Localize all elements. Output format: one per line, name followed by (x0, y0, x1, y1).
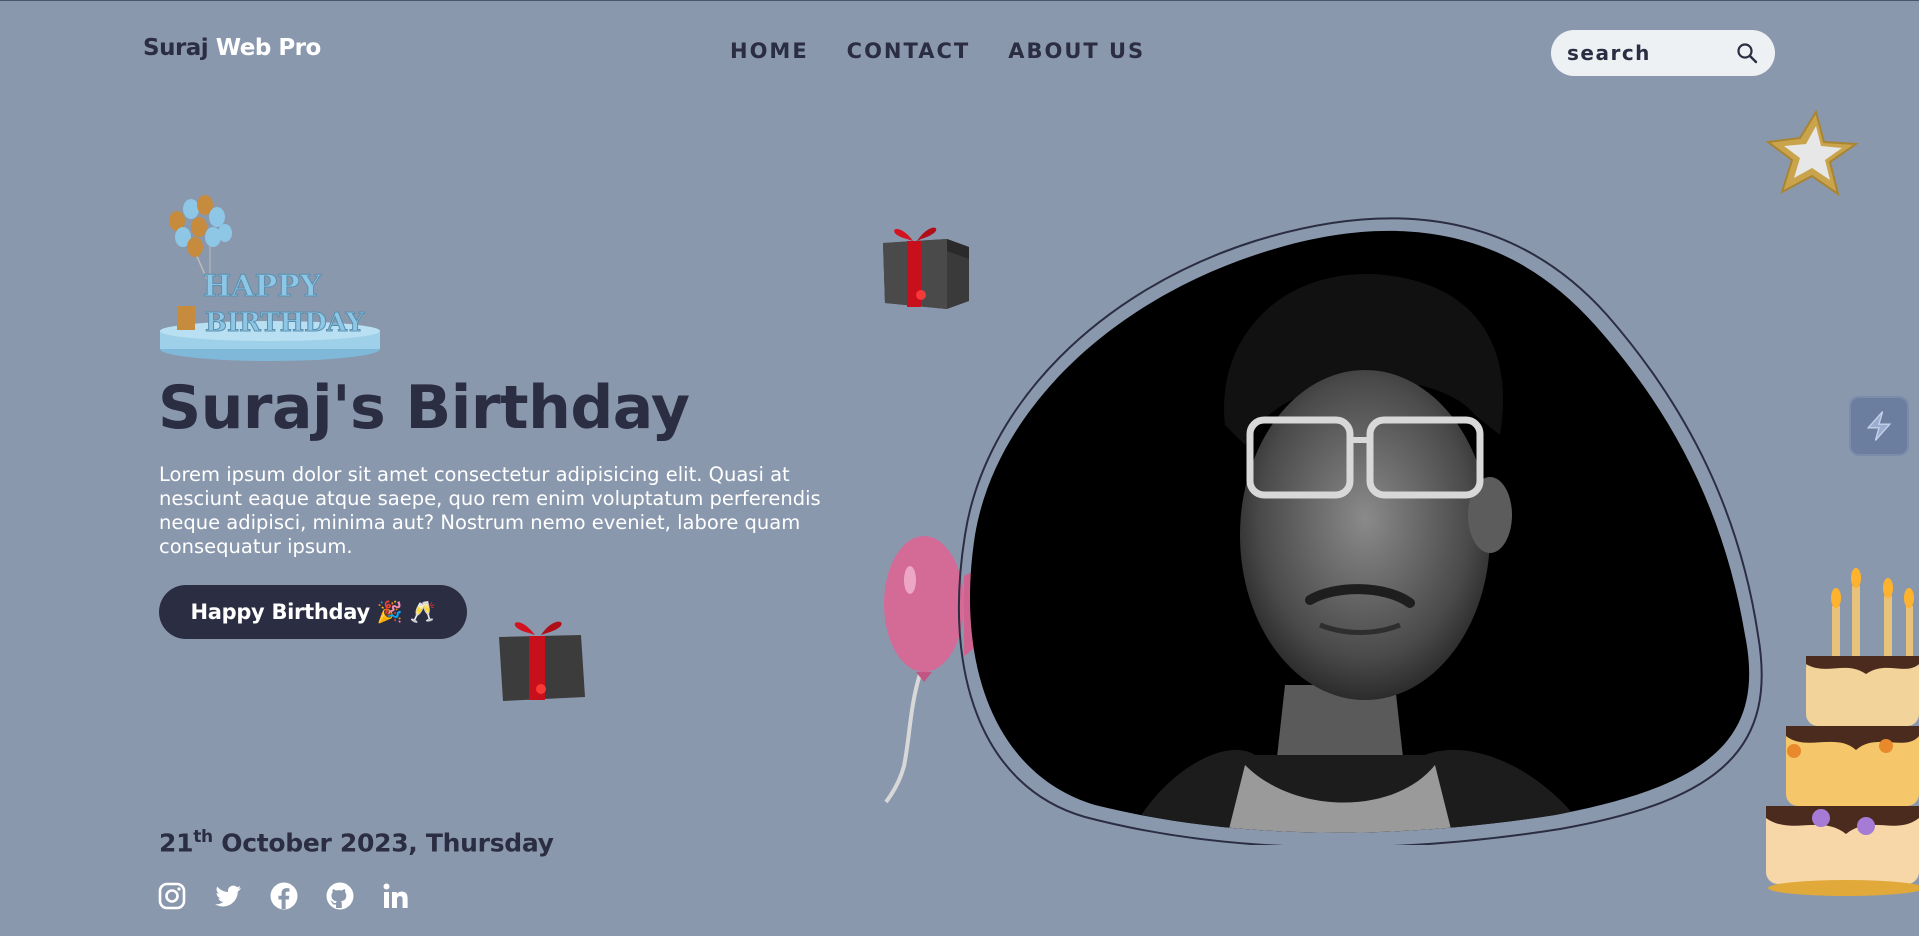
brand-name-part1: Suraj (143, 35, 209, 61)
portrait-photo (955, 215, 1765, 849)
facebook-icon[interactable] (269, 881, 299, 911)
star-decoration (1764, 108, 1860, 204)
date-rest: October 2023, Thursday (212, 828, 554, 858)
date-suffix: th (193, 827, 213, 847)
twitter-icon[interactable] (213, 881, 243, 911)
happy-birthday-button[interactable]: Happy Birthday 🎉 🥂 (159, 585, 467, 639)
hero-description: Lorem ipsum dolor sit amet consectetur a… (159, 463, 821, 558)
side-toggle-button[interactable] (1849, 396, 1909, 456)
badge-text-happy: HAPPY (203, 269, 322, 304)
brand-logo[interactable]: Suraj Web Pro (143, 35, 321, 61)
github-icon[interactable] (325, 881, 355, 911)
date-day: 21 (159, 828, 194, 858)
lightning-icon (1866, 411, 1892, 441)
birthday-cake-decoration (1766, 556, 1919, 896)
page-title: Suraj's Birthday (158, 373, 690, 443)
search-box (1551, 30, 1775, 76)
happy-birthday-badge: HAPPY BIRTHDAY (155, 191, 385, 361)
search-input[interactable] (1567, 41, 1727, 65)
nav-home[interactable]: HOME (730, 39, 809, 63)
nav-contact[interactable]: CONTACT (847, 39, 971, 63)
search-icon[interactable] (1735, 41, 1759, 65)
badge-text-birthday: BIRTHDAY (205, 308, 365, 338)
brand-name-part2: Web Pro (215, 35, 322, 61)
main-nav: HOME CONTACT ABOUT US (730, 39, 1145, 63)
event-date: 21th October 2023, Thursday (159, 827, 554, 857)
linkedin-icon[interactable] (381, 881, 411, 911)
instagram-icon[interactable] (157, 881, 187, 911)
nav-about-us[interactable]: ABOUT US (1008, 39, 1145, 63)
social-links (157, 881, 411, 911)
gift-box-decoration (495, 607, 589, 707)
